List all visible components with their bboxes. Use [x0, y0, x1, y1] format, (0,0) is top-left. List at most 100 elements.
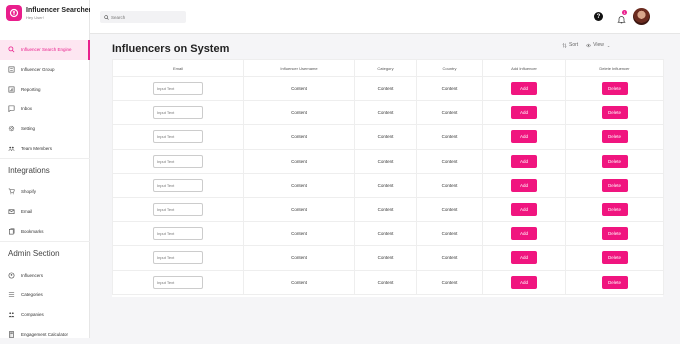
- delete-button[interactable]: Delete: [601, 154, 628, 168]
- table-row: ContentContentContentAddDelete: [112, 124, 664, 150]
- brand-title: Influencer Searcher: [26, 6, 92, 14]
- email-input[interactable]: [153, 178, 203, 192]
- brand[interactable]: Influencer Searcher Hey User!: [6, 5, 91, 21]
- username-cell: Content: [243, 269, 355, 295]
- sidebar-item-setting[interactable]: Setting: [0, 119, 90, 139]
- team-icon: [7, 144, 15, 152]
- country-cell: Content: [416, 196, 483, 223]
- sidebar-item-label: Email: [21, 209, 33, 215]
- sidebar-item-companies[interactable]: Companies: [0, 305, 90, 325]
- sidebar-item-team-members[interactable]: Team Members: [0, 138, 90, 158]
- column-header-country: Country: [416, 59, 483, 77]
- username-cell: Content: [243, 100, 355, 126]
- sidebar-item-label: Setting: [21, 126, 36, 132]
- country-cell: Content: [416, 75, 483, 102]
- help-button[interactable]: ?: [594, 12, 603, 21]
- add-button[interactable]: Add: [511, 275, 537, 289]
- email-input[interactable]: [153, 203, 203, 217]
- sidebar-item-influencer-group[interactable]: Influencer Group: [0, 60, 90, 80]
- email-input[interactable]: [153, 82, 203, 96]
- chevron-down-icon: ⌄: [606, 42, 611, 48]
- email-input[interactable]: [153, 227, 203, 241]
- sort-button[interactable]: Sort: [562, 42, 578, 48]
- email-input[interactable]: [153, 251, 203, 265]
- delete-button[interactable]: Delete: [601, 275, 628, 289]
- admin-section-heading: Admin Section: [0, 241, 90, 265]
- sidebar-item-label: Team Members: [21, 145, 53, 151]
- country-cell: Content: [416, 172, 483, 198]
- sidebar-nav: Influencer Search Engine Influencer Grou…: [0, 40, 90, 344]
- sidebar-item-label: Engagement Calculator: [21, 331, 69, 337]
- search-icon: [104, 14, 109, 20]
- view-button[interactable]: View ⌄: [586, 42, 610, 48]
- notifications-button[interactable]: 1: [617, 10, 627, 24]
- mail-icon: [7, 208, 15, 216]
- table-row: ContentContentContentAddDelete: [112, 245, 664, 271]
- delete-button[interactable]: Delete: [601, 178, 628, 192]
- inbox-icon: [7, 105, 15, 113]
- avatar[interactable]: [633, 8, 650, 25]
- table-header-row: Email Influencer Username Category Count…: [112, 59, 664, 77]
- country-cell: Content: [416, 269, 483, 295]
- table-row: ContentContentContentAddDelete: [112, 148, 664, 174]
- sidebar-item-reporting[interactable]: Reporting: [0, 79, 90, 99]
- influencers-table: Email Influencer Username Category Count…: [112, 59, 664, 295]
- delete-button[interactable]: Delete: [601, 203, 628, 217]
- sidebar-item-shopify[interactable]: Shopify: [0, 182, 90, 202]
- add-button[interactable]: Add: [511, 251, 537, 265]
- cart-icon: [7, 188, 15, 196]
- category-cell: Content: [354, 269, 417, 295]
- sidebar-item-engagement-calculator[interactable]: Engagement Calculator: [0, 324, 90, 344]
- sidebar-item-influencer-search-engine[interactable]: Influencer Search Engine: [0, 40, 90, 60]
- country-cell: Content: [416, 148, 483, 174]
- sidebar-item-inbox[interactable]: Inbox: [0, 99, 90, 119]
- delete-button[interactable]: Delete: [601, 227, 628, 241]
- table-row: ContentContentContentAddDelete: [112, 100, 664, 126]
- logo-icon: [6, 5, 22, 21]
- country-cell: Content: [416, 100, 483, 126]
- sidebar-item-label: Companies: [21, 311, 44, 317]
- add-button[interactable]: Add: [511, 154, 537, 168]
- calculator-icon: [7, 330, 15, 338]
- influencer-icon: [7, 271, 15, 279]
- username-cell: Content: [243, 196, 355, 223]
- integrations-heading: Integrations: [0, 158, 90, 182]
- add-button[interactable]: Add: [511, 227, 537, 241]
- column-header-category: Category: [354, 59, 417, 77]
- brand-subtitle: Hey User!: [26, 14, 44, 20]
- email-input[interactable]: [153, 130, 203, 144]
- add-button[interactable]: Add: [511, 82, 537, 96]
- add-button[interactable]: Add: [511, 130, 537, 144]
- category-cell: Content: [354, 172, 417, 198]
- email-input[interactable]: [153, 275, 203, 289]
- group-icon: [7, 66, 15, 74]
- table-body: ContentContentContentAddDeleteContentCon…: [112, 75, 664, 295]
- influencers-table-card: Email Influencer Username Category Count…: [112, 59, 664, 297]
- search-input[interactable]: [111, 14, 181, 20]
- sidebar-item-categories[interactable]: Categories: [0, 285, 90, 305]
- delete-button[interactable]: Delete: [601, 130, 628, 144]
- email-input[interactable]: [153, 154, 203, 168]
- country-cell: Content: [416, 245, 483, 271]
- delete-button[interactable]: Delete: [601, 106, 628, 120]
- table-tools: Sort View ⌄: [562, 42, 618, 48]
- sort-label: Sort: [569, 42, 579, 48]
- add-button[interactable]: Add: [511, 106, 537, 120]
- username-cell: Content: [243, 221, 355, 247]
- country-cell: Content: [416, 221, 483, 247]
- email-input[interactable]: [153, 106, 203, 120]
- add-button[interactable]: Add: [511, 203, 537, 217]
- delete-button[interactable]: Delete: [601, 82, 628, 96]
- add-button[interactable]: Add: [511, 178, 537, 192]
- delete-button[interactable]: Delete: [601, 251, 628, 265]
- sidebar-item-label: Shopify: [21, 189, 37, 195]
- table-row: ContentContentContentAddDelete: [112, 221, 664, 247]
- category-cell: Content: [354, 100, 417, 126]
- sidebar-item-bookmarks[interactable]: Bookmarks: [0, 222, 90, 242]
- category-cell: Content: [354, 196, 417, 223]
- username-cell: Content: [243, 124, 355, 150]
- category-cell: Content: [354, 245, 417, 271]
- sidebar-item-email[interactable]: Email: [0, 202, 90, 222]
- search-box[interactable]: [100, 11, 186, 23]
- sidebar-item-influencers[interactable]: Influencers: [0, 265, 90, 285]
